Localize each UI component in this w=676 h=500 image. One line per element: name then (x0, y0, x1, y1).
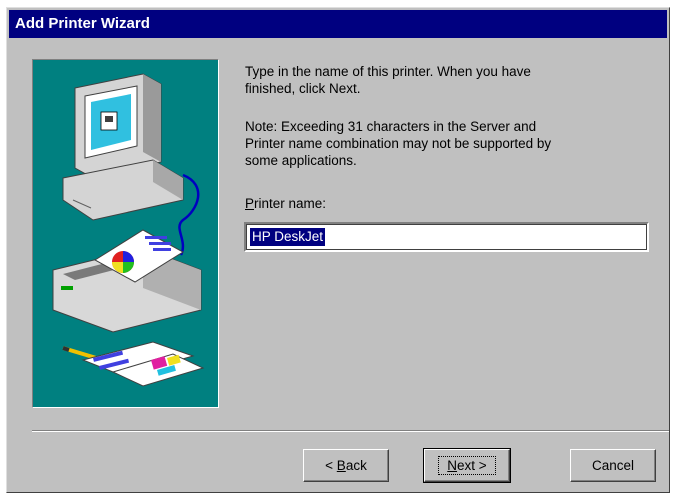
next-mnemonic: N (447, 458, 458, 473)
printer-name-label-rest: rinter name: (254, 196, 327, 211)
printer-name-label: Printer name: (245, 195, 326, 212)
instruction-line-2: finished, click Next. (245, 81, 361, 96)
note-line-2: Printer name combination may not be supp… (245, 136, 552, 151)
back-mnemonic: B (336, 458, 346, 473)
back-rest: ack (345, 458, 367, 473)
back-button-label: < Back (325, 458, 367, 473)
printer-name-input[interactable]: HP DeskJet (244, 222, 649, 252)
back-button[interactable]: < Back (303, 449, 389, 482)
title-bar[interactable]: Add Printer Wizard (9, 10, 667, 38)
note-line-1: Note: Exceeding 31 characters in the Ser… (245, 119, 537, 134)
instruction-text: Type in the name of this printer. When y… (245, 63, 625, 97)
cancel-button-label: Cancel (591, 458, 635, 473)
printer-name-label-mnemonic: P (245, 196, 255, 211)
note-text: Note: Exceeding 31 characters in the Ser… (245, 118, 625, 169)
button-separator (32, 430, 669, 432)
window-title: Add Printer Wizard (15, 15, 150, 32)
back-prefix: < (325, 458, 337, 473)
next-button[interactable]: Next > (423, 448, 511, 483)
wizard-illustration (32, 59, 219, 408)
next-rest: ext > (457, 458, 487, 473)
printer-name-value[interactable]: HP DeskJet (250, 228, 326, 246)
note-line-3: some applications. (245, 153, 357, 168)
cancel-button[interactable]: Cancel (570, 449, 656, 482)
add-printer-wizard-window: Add Printer Wizard Type in the name of t… (6, 7, 670, 493)
instruction-line-1: Type in the name of this printer. When y… (245, 64, 531, 79)
next-button-label: Next > (438, 456, 496, 475)
computer-printer-illustration-icon (52, 73, 205, 387)
